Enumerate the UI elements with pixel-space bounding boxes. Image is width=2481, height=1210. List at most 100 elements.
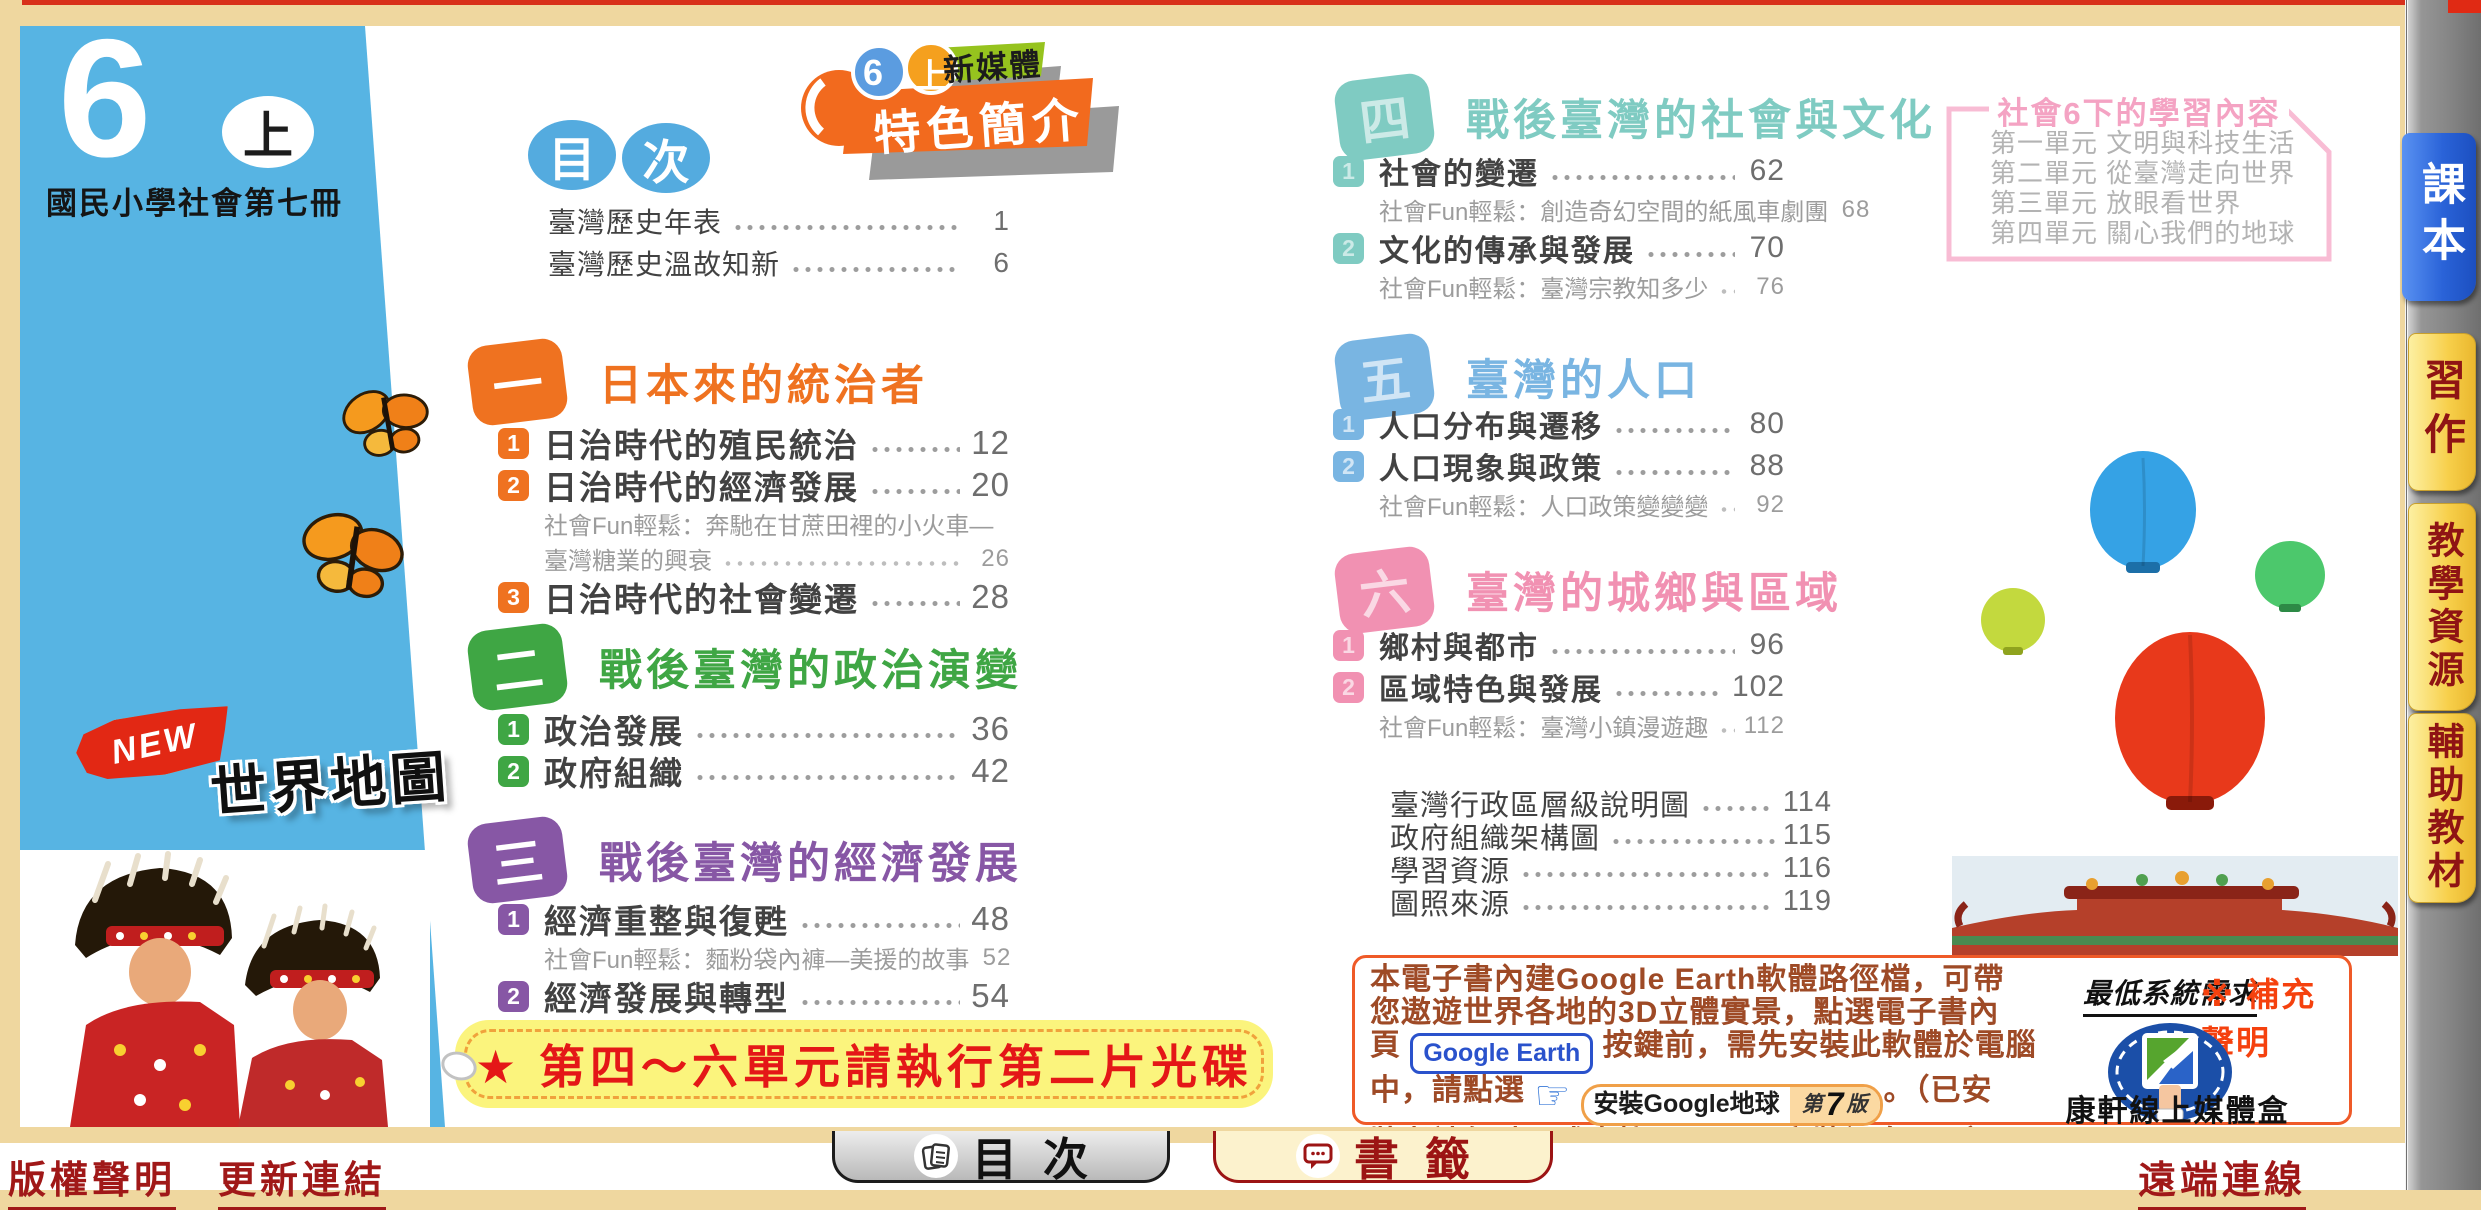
unit-entries: 1 經濟重整與復甦 48社會Fun輕鬆：麵粉袋內褲—美援的故事522經濟發展與轉型5…	[498, 898, 1010, 1017]
copyright-link[interactable]: 版權聲明	[8, 1149, 176, 1210]
unit-section-5: 五臺灣的人口 1人口分布與遷移802人口現象與政策88社會Fun輕鬆：人口政策變…	[1337, 335, 1937, 419]
info-line: 本電子書內建Google Earth軟體路徑檔，可帶	[1370, 963, 2090, 996]
toc-entry[interactable]: 2文化的傳承與發展70	[1333, 227, 1785, 269]
unit-section-4: 四戰後臺灣的社會與文化 1社會的變遷62社會Fun輕鬆：創造奇幻空間的紙風車劇團…	[1337, 75, 1937, 159]
toc-entry[interactable]: 2區域特色與發展102	[1333, 666, 1785, 708]
feature-intro-badge[interactable]: 6 上 新媒體 特色簡介	[795, 30, 1135, 195]
toc-entry[interactable]: 1 經濟重整與復甦 48	[498, 898, 1010, 940]
rail-red-corner	[2448, 0, 2481, 13]
unit-header: 二戰後臺灣的政治演變	[470, 625, 1030, 709]
entry-number-badge: 1	[498, 904, 529, 935]
unit-title: 戰後臺灣的經濟發展	[599, 829, 1022, 891]
entry-page-number: 42	[968, 752, 1010, 790]
entry-number-badge: 1	[498, 428, 529, 459]
toc-entry[interactable]: 1 政治發展 36	[498, 708, 1010, 750]
entry-number-badge: 2	[498, 981, 529, 1012]
toc-entry[interactable]: 2政府組織42	[498, 750, 1010, 792]
tab-teaching-resources[interactable]: 教學資源	[2408, 503, 2476, 711]
temple-roof-image	[1952, 856, 2398, 956]
toc-entry[interactable]: 1日治時代的殖民統治12	[498, 422, 1010, 464]
toc-entry[interactable]: 臺灣糖業的興衰26	[498, 541, 1010, 576]
entry-label: 社會Fun輕鬆：臺灣宗教知多少	[1379, 269, 1708, 304]
entry-label: 日治時代的社會變遷	[544, 573, 859, 621]
dot-leader	[869, 446, 960, 453]
toc-entry[interactable]: 社會Fun輕鬆：麵粉袋內褲—美援的故事52	[498, 940, 1010, 975]
dot-leader	[799, 922, 960, 929]
unit-title: 戰後臺灣的社會與文化	[1466, 86, 1936, 148]
tab-workbook[interactable]: 習作	[2408, 333, 2476, 491]
toc-entry[interactable]: 臺灣歷史溫故知新6	[548, 242, 1010, 284]
entry-number-badge: 2	[1333, 233, 1364, 264]
next-book-item: 第二單元 從臺灣走向世界	[1990, 158, 2295, 188]
entry-number-badge: 1	[498, 714, 529, 745]
entry-label: 人口分布與遷移	[1379, 402, 1603, 446]
next-book-items: 第一單元 文明與科技生活第二單元 從臺灣走向世界第三單元 放眼看世界第四單元 關…	[1990, 128, 2295, 248]
entry-label: 政治發展	[544, 705, 684, 753]
toc-entry[interactable]: 社會Fun輕鬆：人口政策變變變92	[1333, 487, 1785, 522]
unit-section-2: 二戰後臺灣的政治演變 1政治發展362政府組織42	[470, 625, 1030, 709]
entry-page-number: 76	[1743, 273, 1785, 301]
dot-leader	[869, 600, 960, 607]
toc-entry[interactable]: 1人口分布與遷移80	[1333, 403, 1785, 445]
toc-entry[interactable]: 3日治時代的社會變遷28	[498, 576, 1010, 618]
entry-label: 日治時代的經濟發展	[544, 461, 859, 509]
world-map-label: 世界地圖	[207, 732, 452, 830]
toc-entry[interactable]: 社會Fun輕鬆：創造奇幻空間的紙風車劇團68	[1333, 192, 1785, 227]
toc-entry[interactable]: 臺灣歷史年表1	[548, 200, 1010, 242]
dot-leader	[694, 774, 960, 781]
unit-number-badge: 二	[465, 622, 569, 713]
entry-label: 臺灣糖業的興衰	[544, 541, 712, 576]
cover-grade-number: 6	[58, 14, 151, 182]
entry-page-number: 68	[1828, 196, 1870, 224]
toc-entry[interactable]: 圖照來源119	[1390, 885, 1832, 918]
toc-entry[interactable]: 2人口現象與政策88	[1333, 445, 1785, 487]
update-link[interactable]: 更新連結	[218, 1149, 386, 1210]
entry-label: 臺灣歷史溫故知新	[548, 243, 780, 283]
google-earth-button[interactable]: Google Earth	[1410, 1033, 1593, 1074]
toc-entry[interactable]: 社會Fun輕鬆：臺灣小鎮漫遊趣112	[1333, 708, 1785, 743]
top-accent-line	[22, 0, 2405, 5]
unit-entries: 1人口分布與遷移802人口現象與政策88社會Fun輕鬆：人口政策變變變92	[1333, 403, 1785, 522]
unit-section-1: 一日本來的統治者 1日治時代的殖民統治122日治時代的經濟發展20社會Fun輕鬆…	[470, 340, 1030, 424]
toc-entry[interactable]: 2日治時代的經濟發展20	[498, 464, 1010, 506]
toc-entry[interactable]: 1鄉村與都市96	[1333, 624, 1785, 666]
entry-label: 社會Fun輕鬆：創造奇幻空間的紙風車劇團	[1379, 192, 1828, 227]
bottom-frame-strip	[0, 1127, 2405, 1143]
tab-textbook[interactable]: 課本	[2402, 133, 2476, 301]
info-line: 中，請點選 ☞ 安裝Google地球第7版。（已安	[1370, 1074, 2090, 1126]
toc-entry[interactable]: 1社會的變遷62	[1333, 150, 1785, 192]
entry-page-number: 52	[969, 944, 1011, 972]
entry-page-number: 115	[1783, 819, 1832, 852]
entry-label: 社會Fun輕鬆：臺灣小鎮漫遊趣	[1379, 708, 1708, 743]
butterfly-icon	[289, 499, 416, 616]
next-book-item: 第三單元 放眼看世界	[1990, 188, 2295, 218]
entry-label: 鄉村與都市	[1379, 623, 1539, 667]
entry-page-number: 48	[968, 900, 1010, 938]
dot-leader	[1718, 727, 1735, 734]
speech-bubble-icon	[1296, 1134, 1340, 1178]
entry-page-number: 36	[968, 710, 1010, 748]
entry-label: 經濟重整與復甦	[544, 895, 789, 943]
dot-leader	[1520, 871, 1775, 878]
toc-entry[interactable]: 2經濟發展與轉型54	[498, 975, 1010, 1017]
dot-leader	[1718, 288, 1735, 295]
entry-label: 圖照來源	[1390, 881, 1510, 923]
entry-label: 臺灣歷史年表	[548, 201, 722, 241]
entry-page-number: 92	[1743, 491, 1785, 519]
entry-page-number: 62	[1743, 154, 1785, 188]
toc-entry[interactable]: 社會Fun輕鬆：奔馳在甘蔗田裡的小火車—	[498, 506, 1010, 541]
remote-connection-link[interactable]: 遠端連線	[2138, 1149, 2306, 1210]
bookmark-tab-button[interactable]: 書籤	[1213, 1131, 1553, 1183]
tab-supplementary-materials[interactable]: 輔助教材	[2408, 713, 2476, 903]
entry-page-number: 119	[1783, 885, 1832, 918]
install-google-earth-button[interactable]: 安裝Google地球第7版	[1581, 1084, 1884, 1126]
cover-semester-badge: 上	[222, 96, 314, 168]
dot-leader	[1700, 805, 1775, 812]
entry-page-number: 96	[1743, 628, 1785, 662]
toc-entry[interactable]: 社會Fun輕鬆：臺灣宗教知多少 76	[1333, 269, 1785, 304]
unit-header: 一日本來的統治者	[470, 340, 1030, 424]
unit-number-badge: 三	[465, 815, 569, 906]
dot-leader	[1718, 506, 1735, 513]
toc-tab-button[interactable]: 目次	[832, 1131, 1170, 1183]
entry-page-number: 114	[1783, 786, 1832, 819]
